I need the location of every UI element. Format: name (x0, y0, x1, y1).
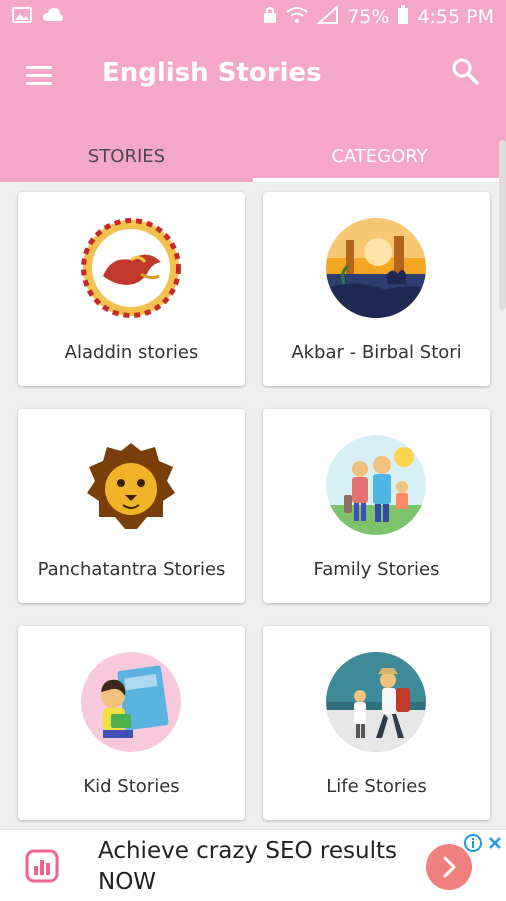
app-bar: English Stories STORIES CATEGORY (0, 34, 506, 182)
lion-face-icon (81, 435, 181, 535)
lock-icon (263, 6, 277, 29)
category-card-family[interactable]: Family Stories (263, 409, 490, 603)
close-icon[interactable] (486, 834, 504, 852)
kid-reading-icon (81, 652, 181, 752)
ad-banner[interactable]: Achieve crazy SEO results NOW (0, 829, 506, 901)
category-label: Life Stories (326, 776, 427, 797)
category-label: Panchatantra Stories (37, 559, 226, 580)
category-label: Family Stories (313, 559, 440, 580)
menu-icon-bar (26, 74, 52, 77)
cloud-icon (42, 7, 64, 28)
menu-icon (26, 66, 52, 69)
status-bar: 75% 4:55 PM (0, 0, 506, 34)
scroll-indicator (499, 140, 506, 310)
aladdin-lamp-icon (81, 218, 181, 318)
tab-category[interactable]: CATEGORY (253, 130, 506, 182)
clock-time: 4:55 PM (417, 6, 494, 28)
menu-button[interactable] (22, 58, 58, 94)
app-title: English Stories (102, 58, 322, 88)
category-label: Akbar - Birbal Stori (291, 342, 462, 363)
chart-logo-icon (24, 848, 60, 884)
wifi-icon (285, 6, 309, 29)
tab-stories[interactable]: STORIES (0, 130, 253, 182)
signal-icon (316, 4, 339, 29)
category-card-life[interactable]: Life Stories (263, 626, 490, 820)
category-card-akbar-birbal[interactable]: Akbar - Birbal Stori (263, 192, 490, 386)
menu-icon-bar (26, 82, 52, 85)
traveler-icon (326, 652, 426, 752)
family-icon (326, 435, 426, 535)
category-label: Kid Stories (83, 776, 180, 797)
tab-bar: STORIES CATEGORY (0, 130, 506, 182)
category-card-kid[interactable]: Kid Stories (18, 626, 245, 820)
info-icon[interactable] (464, 834, 482, 852)
category-card-aladdin[interactable]: Aladdin stories (18, 192, 245, 386)
category-card-panchatantra[interactable]: Panchatantra Stories (18, 409, 245, 603)
image-icon (12, 6, 32, 28)
ad-text[interactable]: Achieve crazy SEO results NOW (98, 836, 408, 898)
search-icon (452, 58, 479, 85)
category-label: Aladdin stories (64, 342, 199, 363)
camel-desert-icon (326, 218, 426, 318)
battery-icon (397, 4, 409, 30)
battery-percent: 75% (347, 6, 390, 28)
search-button[interactable] (450, 56, 484, 90)
